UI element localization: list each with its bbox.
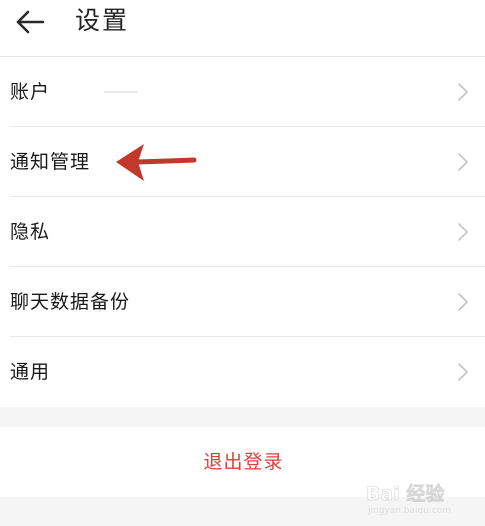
settings-item-privacy[interactable]: 隐私 [0, 197, 485, 267]
settings-item-label: 隐私 [10, 221, 51, 243]
settings-item-general[interactable]: 通用 [0, 337, 485, 407]
settings-item-account[interactable]: 账户 [0, 57, 485, 127]
watermark-domain: jingyan.baidu.com [368, 506, 452, 516]
watermark-brand: Bai 经验 [366, 483, 445, 506]
settings-list: 账户 通知管理 隐私 聊天数据备份 通用 [0, 57, 485, 407]
settings-item-label: 通知管理 [10, 151, 91, 173]
top-bar: 设置 [0, 0, 485, 57]
annotation-arrow-icon [116, 144, 197, 181]
chevron-right-icon [458, 83, 468, 101]
account-info-placeholder [104, 91, 138, 93]
page-title: 设置 [75, 6, 130, 35]
settings-item-chat-backup[interactable]: 聊天数据备份 [0, 267, 485, 337]
chevron-right-icon [458, 153, 468, 171]
back-arrow-icon[interactable] [14, 5, 48, 39]
settings-item-label: 通用 [10, 361, 51, 383]
chevron-right-icon [458, 223, 468, 241]
watermark: Bai 经验 jingyan.baidu.com [366, 477, 476, 521]
settings-item-label: 账户 [10, 81, 51, 103]
settings-item-notifications[interactable]: 通知管理 [0, 127, 485, 197]
chevron-right-icon [458, 293, 468, 311]
settings-item-label: 聊天数据备份 [10, 291, 131, 313]
chevron-right-icon [458, 363, 468, 381]
